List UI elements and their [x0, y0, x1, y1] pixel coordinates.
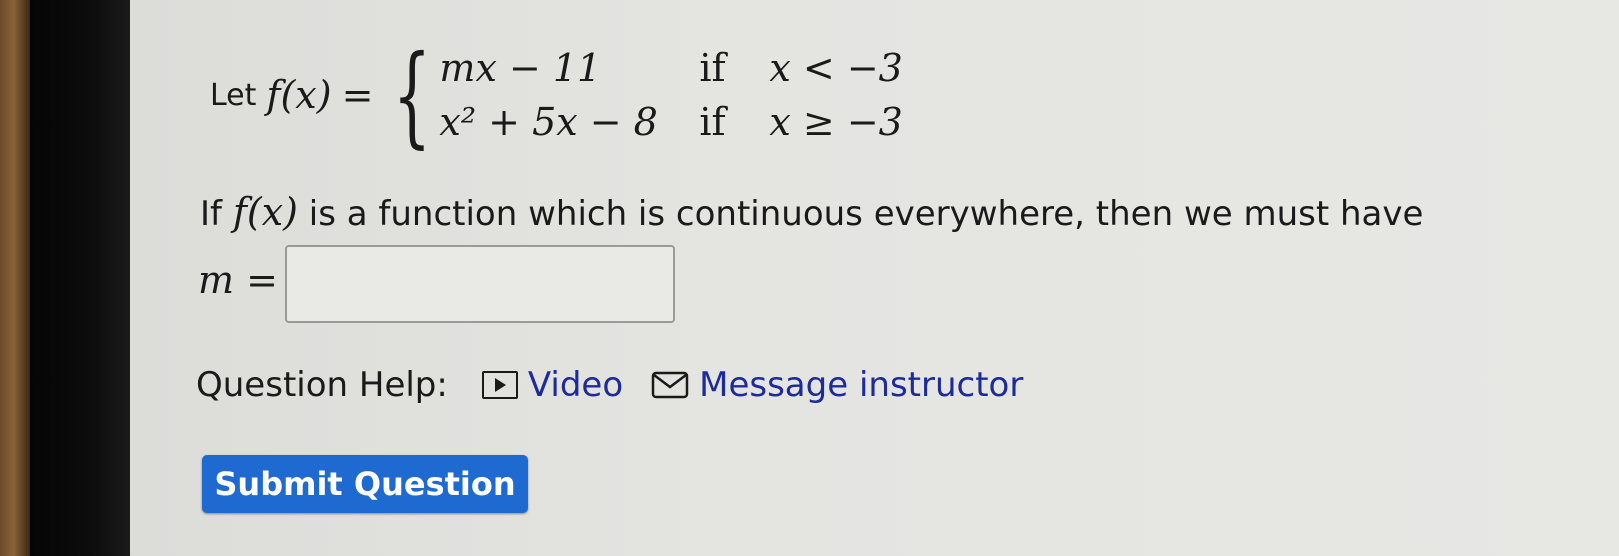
case-2-expression: x² + 5x − 8 — [439, 100, 658, 144]
question-function-name: f(x) — [232, 190, 298, 234]
answer-input[interactable] — [285, 245, 675, 323]
question-text-part2: is a function which is continuous everyw… — [297, 194, 1424, 234]
left-brace: { — [393, 31, 432, 159]
question-text-part1: If — [200, 194, 233, 234]
video-link-label: Video — [527, 365, 624, 405]
answer-label: m = — [198, 258, 278, 302]
submit-question-button[interactable]: Submit Question — [202, 455, 528, 513]
envelope-icon — [651, 371, 689, 399]
case-1-condition: x < −3 — [769, 46, 903, 90]
cases-grid: mx − 11 if x < −3 x² + 5x − 8 if x ≥ −3 — [439, 46, 949, 144]
question-text: If f(x) is a function which is continuou… — [200, 190, 1423, 234]
case-2-condition: x ≥ −3 — [769, 100, 903, 144]
case-1-if: if — [699, 46, 726, 90]
message-instructor-label: Message instructor — [699, 365, 1024, 405]
question-help-label: Question Help: — [196, 365, 448, 405]
video-play-icon — [481, 371, 518, 399]
question-help: Question Help: Video Message instructor — [196, 360, 1051, 410]
case-1-expression: mx − 11 — [439, 46, 602, 90]
equals-sign: = — [341, 73, 374, 117]
video-link[interactable]: Video — [481, 365, 624, 405]
message-instructor-link[interactable]: Message instructor — [651, 365, 1023, 405]
piecewise-definition: Let f(x) = { mx − 11 if x < −3 x² + 5x −… — [210, 40, 949, 150]
let-word: Let — [210, 77, 257, 113]
question-panel: Let f(x) = { mx − 11 if x < −3 x² + 5x −… — [130, 0, 1619, 556]
monitor-bezel-wood — [0, 0, 30, 556]
monitor-bezel — [30, 0, 130, 556]
case-2-if: if — [699, 100, 726, 144]
function-name: f(x) — [266, 73, 332, 117]
